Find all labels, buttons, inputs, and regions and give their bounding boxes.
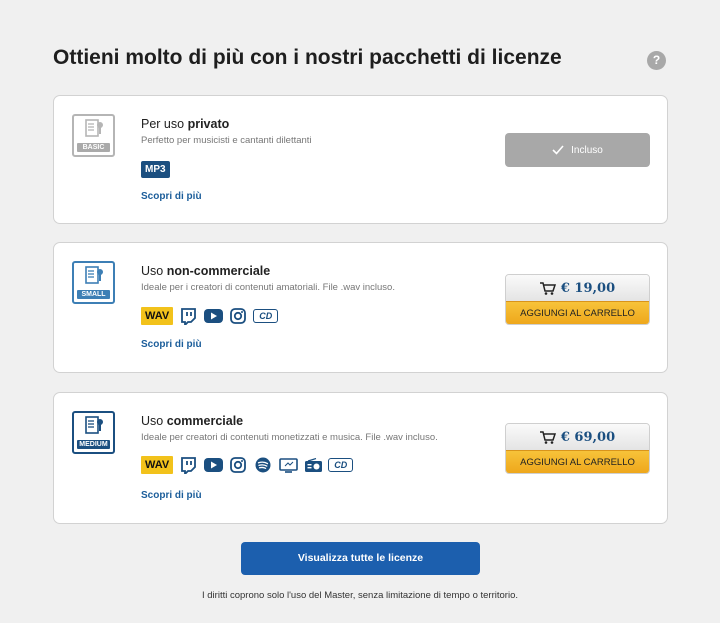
help-icon[interactable]: ? xyxy=(647,51,666,70)
price: € 19,00 xyxy=(560,280,616,296)
cart-icon xyxy=(539,281,556,295)
add-to-cart-button[interactable]: AGGIUNGI AL CARRELLO xyxy=(506,301,649,324)
license-tag: MEDIUM xyxy=(77,440,110,449)
rights-footnote: I diritti coprono solo l'uso del Master,… xyxy=(202,590,518,601)
license-small-icon: SMALL xyxy=(72,261,115,304)
price-button[interactable]: € 19,00 xyxy=(506,275,649,301)
youtube-icon xyxy=(203,307,223,325)
license-name: Uso commerciale xyxy=(141,414,244,428)
license-card-medium: MEDIUM Uso commerciale Ideale per creato… xyxy=(53,392,668,524)
license-basic-icon: BASIC xyxy=(72,114,115,157)
license-name: Uso non-commerciale xyxy=(141,264,271,278)
license-description: Ideale per i creatori di contenuti amato… xyxy=(141,282,395,293)
instagram-icon xyxy=(228,307,248,325)
add-to-cart-button[interactable]: AGGIUNGI AL CARRELLO xyxy=(506,450,649,473)
license-description: Ideale per creatori di contenuti monetiz… xyxy=(141,432,438,443)
cd-icon: CD xyxy=(253,309,279,323)
license-card-basic: BASIC Per uso privato Perfetto per music… xyxy=(53,95,668,224)
instagram-icon xyxy=(228,456,248,474)
buy-box: € 69,00 AGGIUNGI AL CARRELLO xyxy=(505,423,650,474)
format-badges: MP3 xyxy=(141,161,170,178)
license-tag: SMALL xyxy=(77,290,110,299)
youtube-icon xyxy=(203,456,223,474)
view-all-licenses-button[interactable]: Visualizza tutte le licenze xyxy=(241,542,480,575)
format-badges: WAV CD xyxy=(141,456,354,474)
spotify-icon xyxy=(253,456,273,474)
learn-more-link[interactable]: Scopri di più xyxy=(141,191,202,202)
included-label: Incluso xyxy=(571,144,603,156)
radio-icon xyxy=(303,456,323,474)
cd-icon: CD xyxy=(328,458,354,472)
license-name: Per uso privato xyxy=(141,117,230,131)
learn-more-link[interactable]: Scopri di più xyxy=(141,339,202,350)
tv-icon xyxy=(278,456,298,474)
learn-more-link[interactable]: Scopri di più xyxy=(141,490,202,501)
license-card-small: SMALL Uso non-commerciale Ideale per i c… xyxy=(53,242,668,373)
wav-badge: WAV xyxy=(141,456,174,474)
check-icon xyxy=(552,145,564,155)
license-tag: BASIC xyxy=(77,143,110,152)
wav-badge: WAV xyxy=(141,307,174,325)
cart-icon xyxy=(539,430,556,444)
mp3-badge: MP3 xyxy=(141,161,170,178)
format-badges: WAV CD xyxy=(141,307,279,325)
twitch-icon xyxy=(178,456,198,474)
license-medium-icon: MEDIUM xyxy=(72,411,115,454)
included-button: Incluso xyxy=(505,133,650,167)
price: € 69,00 xyxy=(560,429,616,445)
license-description: Perfetto per musicisti e cantanti dilett… xyxy=(141,135,312,146)
page-title: Ottieni molto di più con i nostri pacche… xyxy=(53,46,562,69)
twitch-icon xyxy=(178,307,198,325)
buy-box: € 19,00 AGGIUNGI AL CARRELLO xyxy=(505,274,650,325)
price-button[interactable]: € 69,00 xyxy=(506,424,649,450)
